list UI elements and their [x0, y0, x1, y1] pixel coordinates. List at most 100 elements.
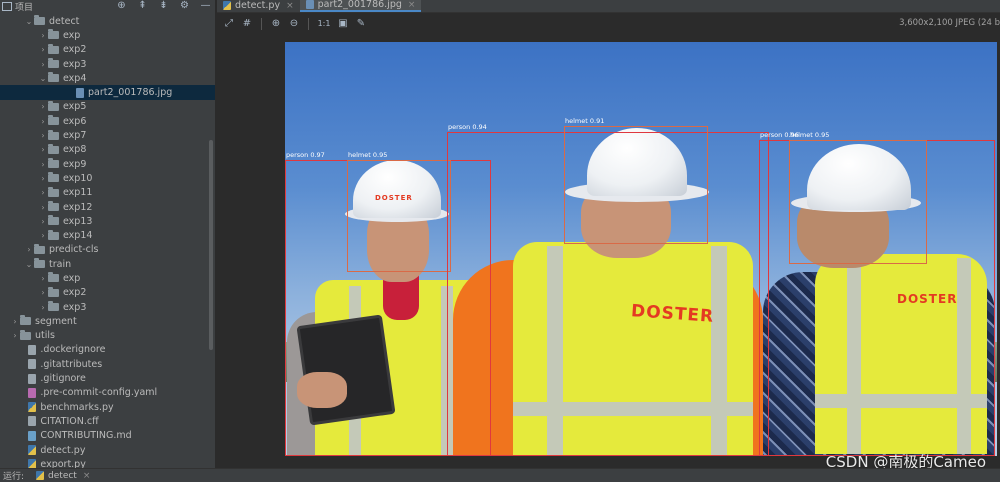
- tree-folder-row[interactable]: › exp2: [0, 286, 215, 300]
- project-panel-scrollbar[interactable]: [209, 140, 213, 350]
- chevron-right-icon[interactable]: ›: [24, 245, 34, 254]
- run-tab-detect[interactable]: detect ×: [36, 471, 90, 481]
- tree-folder-row[interactable]: › exp12: [0, 200, 215, 214]
- actual-size-icon[interactable]: 1:1: [317, 18, 331, 30]
- tree-file-row[interactable]: ›.gitattributes: [0, 357, 215, 371]
- tree-folder-row[interactable]: › utils: [0, 329, 215, 343]
- color-picker-icon[interactable]: ✎: [355, 18, 367, 30]
- tree-folder-row[interactable]: › exp11: [0, 186, 215, 200]
- tree-file-row[interactable]: ›benchmarks.py: [0, 400, 215, 414]
- tree-folder-row[interactable]: › exp6: [0, 114, 215, 128]
- collapse-all-icon[interactable]: ⇞: [137, 0, 148, 11]
- python-file-icon: [28, 402, 37, 413]
- chevron-right-icon[interactable]: ›: [38, 174, 48, 183]
- project-dropdown[interactable]: 项目: [2, 0, 33, 13]
- close-icon[interactable]: ×: [286, 1, 294, 11]
- tree-file-row[interactable]: ›.gitignore: [0, 371, 215, 385]
- chevron-right-icon[interactable]: ›: [38, 288, 48, 297]
- tree-folder-row[interactable]: ⌄ exp4: [0, 71, 215, 85]
- python-file-icon: [223, 1, 231, 10]
- tree-file-row[interactable]: ›export.py: [0, 457, 215, 468]
- folder-icon: [48, 186, 59, 197]
- chevron-down-icon[interactable]: ⌄: [24, 260, 34, 269]
- worker-center-helmet: [587, 128, 687, 196]
- detection-image[interactable]: DOSTER DOSTER DOSTER person 0.97 helmet …: [285, 42, 997, 456]
- tree-item-label: exp4: [63, 72, 87, 84]
- folder-icon: [48, 129, 59, 140]
- chevron-down-icon[interactable]: ⌄: [38, 74, 48, 83]
- chevron-right-icon[interactable]: ›: [38, 274, 48, 283]
- fit-to-window-icon[interactable]: ⤢: [223, 18, 235, 30]
- chevron-right-icon[interactable]: ›: [10, 317, 20, 326]
- tree-folder-row[interactable]: › exp: [0, 271, 215, 285]
- chevron-right-icon[interactable]: ›: [38, 60, 48, 69]
- grid-icon[interactable]: #: [241, 18, 253, 30]
- tree-folder-row[interactable]: › exp8: [0, 143, 215, 157]
- chevron-right-icon[interactable]: ›: [38, 131, 48, 140]
- tree-file-row[interactable]: ›CITATION.cff: [0, 414, 215, 428]
- folder-icon: [48, 143, 59, 154]
- tree-folder-row[interactable]: › exp: [0, 28, 215, 42]
- chevron-right-icon[interactable]: ›: [38, 188, 48, 197]
- toolbar-separator: [308, 18, 309, 30]
- folder-icon: [48, 201, 59, 211]
- tree-folder-row[interactable]: ⌄ detect: [0, 14, 215, 28]
- chevron-right-icon[interactable]: ›: [38, 160, 48, 169]
- project-panel-title: 项目: [15, 3, 34, 13]
- tree-file-row[interactable]: ›part2_001786.jpg: [0, 85, 215, 100]
- hide-icon[interactable]: —: [200, 0, 211, 11]
- tree-folder-row[interactable]: › exp5: [0, 100, 215, 114]
- tree-folder-row[interactable]: › exp7: [0, 128, 215, 142]
- tree-file-row[interactable]: ›.pre-commit-config.yaml: [0, 386, 215, 400]
- person-confidence-label: person 0.97: [286, 151, 325, 159]
- chevron-down-icon[interactable]: ⌄: [24, 17, 34, 26]
- chevron-right-icon[interactable]: ›: [38, 102, 48, 111]
- tree-item-label: .gitattributes: [40, 358, 103, 370]
- zoom-in-icon[interactable]: ⊕: [270, 18, 282, 30]
- folder-icon: [48, 100, 59, 111]
- tree-folder-row[interactable]: › exp3: [0, 57, 215, 71]
- helmet-logo: DOSTER: [375, 194, 413, 202]
- tree-file-row[interactable]: ›CONTRIBUTING.md: [0, 429, 215, 443]
- tab-detect-py[interactable]: detect.py ×: [217, 0, 300, 12]
- tree-item-label: train: [49, 258, 72, 270]
- project-panel-header: 项目 ⊕ ⇞ ⇟ ⚙ —: [0, 0, 215, 13]
- locate-icon[interactable]: ⊕: [116, 0, 127, 11]
- tree-folder-row[interactable]: › predict-cls: [0, 243, 215, 257]
- chevron-right-icon[interactable]: ›: [38, 203, 48, 212]
- chevron-right-icon[interactable]: ›: [38, 117, 48, 126]
- zoom-out-icon[interactable]: ⊖: [288, 18, 300, 30]
- tree-folder-row[interactable]: › exp9: [0, 157, 215, 171]
- tree-folder-row[interactable]: › segment: [0, 314, 215, 328]
- close-icon[interactable]: ×: [83, 471, 91, 481]
- tree-folder-row[interactable]: › exp2: [0, 43, 215, 57]
- folder-icon: [34, 15, 45, 26]
- tree-folder-row[interactable]: › exp13: [0, 214, 215, 228]
- tree-item-label: predict-cls: [49, 244, 99, 256]
- chevron-right-icon[interactable]: ›: [38, 45, 48, 54]
- tab-image[interactable]: part2_001786.jpg ×: [299, 0, 422, 12]
- background-icon[interactable]: ▣: [337, 18, 349, 30]
- expand-all-icon[interactable]: ⇟: [158, 0, 169, 11]
- gear-icon[interactable]: ⚙: [179, 0, 190, 11]
- tree-folder-row[interactable]: › exp14: [0, 228, 215, 242]
- tree-folder-row[interactable]: › exp10: [0, 171, 215, 185]
- tree-file-row[interactable]: ›.dockerignore: [0, 343, 215, 357]
- folder-icon: [48, 286, 59, 297]
- tree-item-label: detect: [49, 15, 80, 27]
- chevron-right-icon[interactable]: ›: [38, 145, 48, 154]
- editor-tabs: detect.py × part2_001786.jpg ×: [217, 0, 1000, 13]
- image-info: 3,600x2,100 JPEG (24 b: [899, 18, 1000, 28]
- tree-folder-row[interactable]: › exp3: [0, 300, 215, 314]
- tree-folder-row[interactable]: ⌄ train: [0, 257, 215, 271]
- tree-file-row[interactable]: ›detect.py: [0, 443, 215, 457]
- folder-icon: [48, 72, 59, 83]
- chevron-right-icon[interactable]: ›: [38, 217, 48, 226]
- chevron-right-icon[interactable]: ›: [38, 303, 48, 312]
- close-icon[interactable]: ×: [408, 0, 416, 10]
- chevron-right-icon[interactable]: ›: [38, 231, 48, 240]
- tree-item-label: part2_001786.jpg: [88, 87, 173, 99]
- chevron-right-icon[interactable]: ›: [38, 31, 48, 40]
- chevron-right-icon[interactable]: ›: [10, 331, 20, 340]
- image-toolbar: ⤢ # ⊕ ⊖ 1:1 ▣ ✎ 3,600x2,100 JPEG (24 b: [217, 13, 1000, 35]
